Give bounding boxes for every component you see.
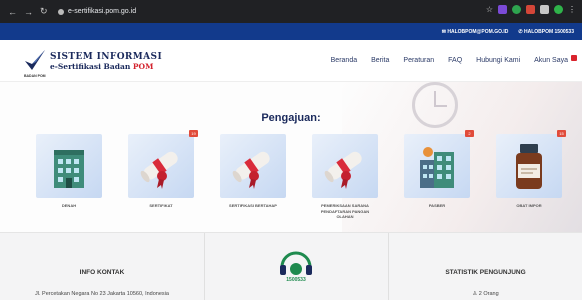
site-title-line2: e-Sertifikasi Badan POM	[50, 62, 162, 71]
logo-caption: BADAN POM	[24, 74, 46, 78]
card-obat-impor[interactable]: 15 OBAT IMPOR	[496, 130, 566, 218]
lock-icon	[58, 8, 64, 15]
forward-icon[interactable]: →	[24, 7, 33, 17]
menu-berita[interactable]: Berita	[371, 57, 389, 64]
title-prefix: e-Sertifikasi Badan	[50, 62, 133, 71]
call-center-number: 1500533	[286, 277, 306, 283]
count-badge: 15	[557, 130, 566, 137]
menu-akun-saya-label: Akun Saya	[534, 57, 568, 64]
title-accent: POM	[132, 62, 154, 71]
card-image	[312, 134, 378, 198]
menu-hubungi-kami[interactable]: Hubungi Kami	[476, 57, 520, 64]
card-label: PASBER	[428, 203, 446, 208]
site-title-line1: SISTEM INFORMASI	[50, 52, 163, 62]
menu-beranda[interactable]: Beranda	[331, 57, 357, 64]
visitor-stats-title: STATISTIK PENGUNJUNG	[445, 269, 526, 276]
count-badge: 19	[189, 130, 198, 137]
browser-extensions: ☆ ⋮	[486, 5, 576, 14]
card-pemeriksaan-sarana[interactable]: PEMERIKSAAN SARANA PENDAFTARAN PANGAN OL…	[312, 134, 378, 220]
contact-email[interactable]: ✉ HALOBPOM@POM.GO.ID	[442, 29, 509, 35]
visitor-stats-value: ♙ 2 Orang	[389, 291, 582, 297]
gmail-icon[interactable]	[526, 5, 535, 14]
contact-phone[interactable]: ✆ HALOBPOM 1500533	[518, 29, 574, 35]
site-header: BADAN POM SISTEM INFORMASI e-Sertifikasi…	[0, 40, 582, 82]
card-image	[36, 134, 102, 198]
card-label: DENAH	[61, 203, 77, 208]
menu-peraturan[interactable]: Peraturan	[403, 57, 434, 64]
card-label: SERTIFIKASI BERTAHAP	[229, 203, 277, 208]
visitor-stats: STATISTIK PENGUNJUNG ♙ 2 Orang	[388, 233, 582, 300]
certificate-scroll-icon	[140, 151, 178, 189]
profile-icon[interactable]	[554, 5, 563, 14]
contact-info-title: INFO KONTAK	[79, 269, 125, 276]
contact-email-text: HALOBPOM@POM.GO.ID	[447, 28, 509, 35]
card-denah[interactable]: DENAH	[36, 134, 102, 218]
contact-phone-text: HALOBPOM 1500533	[523, 28, 574, 35]
card-label: OBAT IMPOR	[516, 203, 542, 208]
submission-cards: DENAH 19 SERTIFIKAT SERTIFIKASI BERTAHAP…	[36, 130, 576, 229]
extension-icon[interactable]	[540, 5, 549, 14]
extension-icon[interactable]	[512, 5, 521, 14]
contact-address: Jl. Percetakan Negara No 23 Jakarta 1056…	[35, 291, 169, 297]
menu-faq[interactable]: FAQ	[448, 57, 462, 64]
bpom-logo-icon[interactable]	[22, 48, 48, 74]
card-pasber[interactable]: 2 PASBER	[404, 130, 474, 218]
extension-icon[interactable]	[498, 5, 507, 14]
card-sertifikasi-bertahap[interactable]: SERTIFIKASI BERTAHAP	[220, 134, 286, 218]
back-icon[interactable]: ←	[8, 7, 17, 17]
browser-nav: ← → ↻	[0, 6, 48, 17]
card-image	[220, 134, 286, 198]
browser-toolbar: ← → ↻ e-sertifikasi.pom.go.id ☆ ⋮	[0, 0, 582, 23]
reload-icon[interactable]: ↻	[40, 6, 48, 17]
count-badge: 2	[465, 130, 474, 137]
card-image	[404, 134, 470, 198]
menu-icon[interactable]: ⋮	[568, 5, 576, 14]
card-sertifikat[interactable]: 19 SERTIFIKAT	[128, 130, 198, 218]
notification-dot	[571, 55, 577, 61]
building-icon	[54, 150, 84, 188]
certificate-scroll-icon	[324, 151, 362, 189]
contact-info: INFO KONTAK Jl. Percetakan Negara No 23 …	[0, 233, 205, 300]
medicine-bottle-icon	[516, 144, 542, 189]
address-bar[interactable]: e-sertifikasi.pom.go.id	[58, 4, 512, 19]
building-icon	[420, 147, 454, 188]
menu-akun-saya[interactable]: Akun Saya	[534, 55, 577, 64]
visitor-count: 2 Orang	[478, 291, 499, 297]
card-label: SERTIFIKAT	[149, 203, 173, 208]
submission-section: Pengajuan: DENAH 19 SERTIFIKAT SERTIFIKA…	[0, 82, 582, 232]
certificate-scroll-icon	[232, 151, 270, 189]
card-label: PEMERIKSAAN SARANA PENDAFTARAN PANGAN OL…	[320, 203, 370, 220]
site-title[interactable]: SISTEM INFORMASI e-Sertifikasi Badan POM	[50, 52, 162, 71]
star-icon[interactable]: ☆	[486, 5, 493, 14]
site-footer: INFO KONTAK Jl. Percetakan Negara No 23 …	[0, 232, 582, 300]
card-image	[128, 134, 194, 198]
contact-bar: ✉ HALOBPOM@POM.GO.ID ✆ HALOBPOM 1500533	[0, 23, 582, 40]
main-menu: Beranda Berita Peraturan FAQ Hubungi Kam…	[331, 55, 577, 64]
section-heading: Pengajuan:	[261, 112, 321, 124]
person-icon: ♙	[472, 291, 478, 297]
card-image	[496, 134, 562, 198]
address-url: e-sertifikasi.pom.go.id	[68, 8, 137, 15]
